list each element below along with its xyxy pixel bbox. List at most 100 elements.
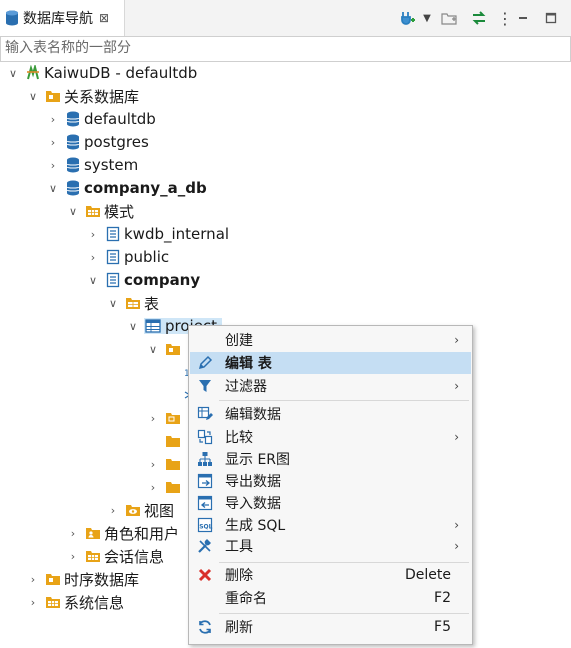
menu-label: 过滤器 xyxy=(225,379,267,395)
folder-icon xyxy=(44,88,62,104)
tree-node-company[interactable]: ∨ company xyxy=(86,269,200,291)
expand-chevron-icon[interactable]: ∨ xyxy=(126,320,140,333)
menu-item-rename[interactable]: 重命名 F2 xyxy=(190,587,471,609)
chevron-down-icon[interactable]: ▼ xyxy=(420,9,434,27)
tree-node-views[interactable]: › 视图 xyxy=(106,499,174,521)
database-navigator-icon xyxy=(5,10,19,26)
tree-node-defaultdb[interactable]: › defaultdb xyxy=(46,108,156,130)
tree-node-foreign-keys[interactable] xyxy=(146,430,182,452)
database-icon xyxy=(64,180,82,196)
menu-label: 重命名 xyxy=(225,591,267,607)
menu-label: 编辑 表 xyxy=(225,356,272,372)
tree-node-sessions[interactable]: › 会话信息 xyxy=(66,545,164,567)
expand-chevron-icon[interactable]: ∨ xyxy=(106,297,120,310)
menu-label: 删除 xyxy=(225,568,253,584)
menu-item-edit-table[interactable]: 编辑 表 xyxy=(190,352,471,374)
expand-chevron-icon[interactable]: › xyxy=(146,412,160,425)
expand-chevron-icon[interactable]: ∨ xyxy=(146,343,160,356)
expand-chevron-icon[interactable]: › xyxy=(46,159,60,172)
tree-node-kwdb-internal[interactable]: › kwdb_internal xyxy=(86,223,229,245)
expand-chevron-icon[interactable]: › xyxy=(26,573,40,586)
expand-chevron-icon[interactable]: ∨ xyxy=(66,205,80,218)
expand-chevron-icon[interactable]: › xyxy=(66,527,80,540)
tree-node-postgres[interactable]: › postgres xyxy=(46,131,149,153)
tree-label: defaultdb xyxy=(84,110,156,128)
menu-item-create[interactable]: 创建 › xyxy=(190,329,471,351)
new-folder-icon[interactable] xyxy=(440,9,458,27)
expand-chevron-icon[interactable]: › xyxy=(106,504,120,517)
expand-chevron-icon[interactable]: ∨ xyxy=(86,274,100,287)
shortcut-label: F2 xyxy=(434,590,451,606)
expand-chevron-icon[interactable]: › xyxy=(46,113,60,126)
tree-label: postgres xyxy=(84,133,149,151)
tree-node-tables[interactable]: ∨ 表 xyxy=(106,292,159,314)
sql-icon: SQL xyxy=(195,516,215,534)
menu-item-edit-data[interactable]: 编辑数据 xyxy=(190,403,471,425)
folder-icon xyxy=(164,479,182,495)
table-filter-input[interactable] xyxy=(1,37,555,59)
tree-node-columns[interactable]: ∨ xyxy=(146,338,182,360)
new-connection-icon[interactable] xyxy=(398,9,416,27)
filter-box xyxy=(0,36,571,62)
tree-node-timeseries[interactable]: › 时序数据库 xyxy=(26,568,139,590)
menu-label: 导入数据 xyxy=(225,496,281,512)
kaiwudb-connection-icon xyxy=(24,65,42,81)
expand-chevron-icon[interactable]: › xyxy=(46,136,60,149)
expand-chevron-icon[interactable]: › xyxy=(86,251,100,264)
expand-chevron-icon[interactable]: ∨ xyxy=(6,67,20,80)
folder-icon xyxy=(164,341,182,357)
tree-node-relational[interactable]: ∨ 关系数据库 xyxy=(26,85,139,107)
menu-item-import[interactable]: 导入数据 xyxy=(190,492,471,514)
menu-item-compare[interactable]: 比较 › xyxy=(190,426,471,448)
tree-node-roles[interactable]: › 角色和用户 xyxy=(66,522,179,544)
navigator-tab[interactable]: 数据库导航 ⊠ xyxy=(0,0,125,36)
menu-item-export[interactable]: 导出数据 xyxy=(190,470,471,492)
tree-label: 关系数据库 xyxy=(64,87,140,106)
menu-label: 创建 xyxy=(225,333,253,349)
er-diagram-icon xyxy=(195,450,215,468)
expand-chevron-icon[interactable]: › xyxy=(66,550,80,563)
import-icon xyxy=(195,494,215,512)
tree-label: kwdb_internal xyxy=(124,225,230,243)
minimize-icon[interactable] xyxy=(516,9,530,27)
menu-item-show-er[interactable]: 显示 ER图 xyxy=(190,448,471,470)
menu-label: 刷新 xyxy=(225,620,253,636)
expand-chevron-icon[interactable]: ∨ xyxy=(26,90,40,103)
expand-chevron-icon[interactable]: › xyxy=(146,481,160,494)
expand-chevron-icon[interactable]: › xyxy=(86,228,100,241)
view-menu-icon[interactable]: ⋮ xyxy=(497,9,513,28)
tree-node-triggers[interactable]: › xyxy=(146,476,182,498)
database-icon xyxy=(64,111,82,127)
views-folder-icon xyxy=(124,502,142,518)
menu-label: 编辑数据 xyxy=(225,407,281,423)
shortcut-label: F5 xyxy=(434,619,451,635)
menu-label: 导出数据 xyxy=(225,474,281,490)
refresh-icon xyxy=(195,618,215,636)
menu-label: 生成 SQL xyxy=(225,518,286,534)
expand-chevron-icon[interactable]: ∨ xyxy=(46,182,60,195)
tree-label: 模式 xyxy=(104,202,135,221)
menu-item-filter[interactable]: 过滤器 › xyxy=(190,375,471,397)
tree-node-constraints[interactable]: › xyxy=(146,407,182,429)
close-icon[interactable]: ⊠ xyxy=(99,11,109,25)
tree-node-company-a-db[interactable]: ∨ company_a_db xyxy=(46,177,207,199)
tree-node-indexes[interactable]: › xyxy=(146,453,182,475)
menu-item-refresh[interactable]: 刷新 F5 xyxy=(190,616,471,638)
schema-icon xyxy=(104,272,122,288)
menu-item-delete[interactable]: 删除 Delete xyxy=(190,564,471,586)
compare-icon xyxy=(195,428,215,446)
tree-node-system[interactable]: › system xyxy=(46,154,138,176)
tree-node-sysinfo[interactable]: › 系统信息 xyxy=(26,591,124,613)
menu-label: 显示 ER图 xyxy=(225,452,291,468)
submenu-arrow-icon: › xyxy=(454,379,459,393)
tree-node-schemas[interactable]: ∨ 模式 xyxy=(66,200,134,222)
tree-node-connection[interactable]: ∨ KaiwuDB - defaultdb xyxy=(6,62,197,84)
expand-chevron-icon[interactable]: › xyxy=(26,596,40,609)
submenu-arrow-icon: › xyxy=(454,539,459,553)
expand-chevron-icon[interactable]: › xyxy=(146,458,160,471)
menu-item-tools[interactable]: 工具 › xyxy=(190,535,471,557)
link-editor-icon[interactable] xyxy=(470,9,488,27)
maximize-icon[interactable] xyxy=(544,9,558,27)
tree-node-public[interactable]: › public xyxy=(86,246,169,268)
menu-item-generate-sql[interactable]: SQL 生成 SQL › xyxy=(190,514,471,536)
